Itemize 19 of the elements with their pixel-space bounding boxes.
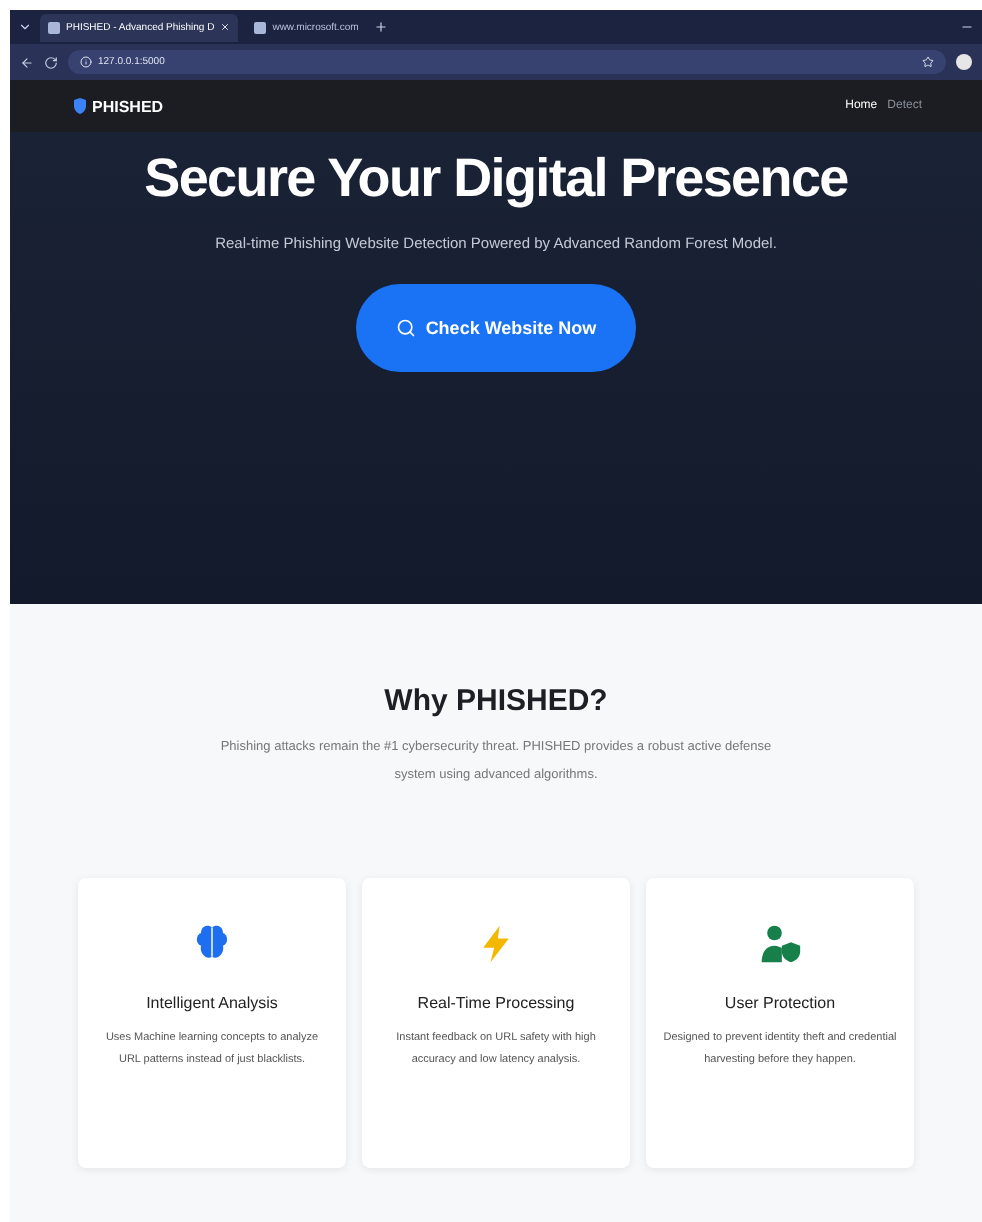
refresh-icon[interactable] <box>44 55 58 69</box>
info-icon <box>80 56 92 68</box>
profile-icon[interactable] <box>956 54 972 70</box>
new-tab-icon[interactable] <box>374 20 389 34</box>
brand-name[interactable]: PHISHED <box>92 97 164 115</box>
feature-title: Intelligent Analysis <box>146 994 278 1012</box>
favicon-icon <box>48 21 60 33</box>
feature-title: User Protection <box>724 994 836 1012</box>
back-icon[interactable] <box>20 55 34 69</box>
shield-icon <box>74 98 86 114</box>
feature-title: Real-Time Processing <box>417 994 575 1012</box>
search-icon <box>395 318 416 338</box>
check-website-button[interactable]: Check Website Now <box>355 284 637 372</box>
star-icon[interactable] <box>922 56 934 68</box>
hero-title: Secure Your Digital Presence <box>144 148 848 210</box>
minimize-icon[interactable] <box>960 20 974 34</box>
section-title: Why PHISHED? <box>384 684 608 718</box>
favicon-icon <box>254 21 267 33</box>
tab-list-icon[interactable] <box>18 20 32 34</box>
